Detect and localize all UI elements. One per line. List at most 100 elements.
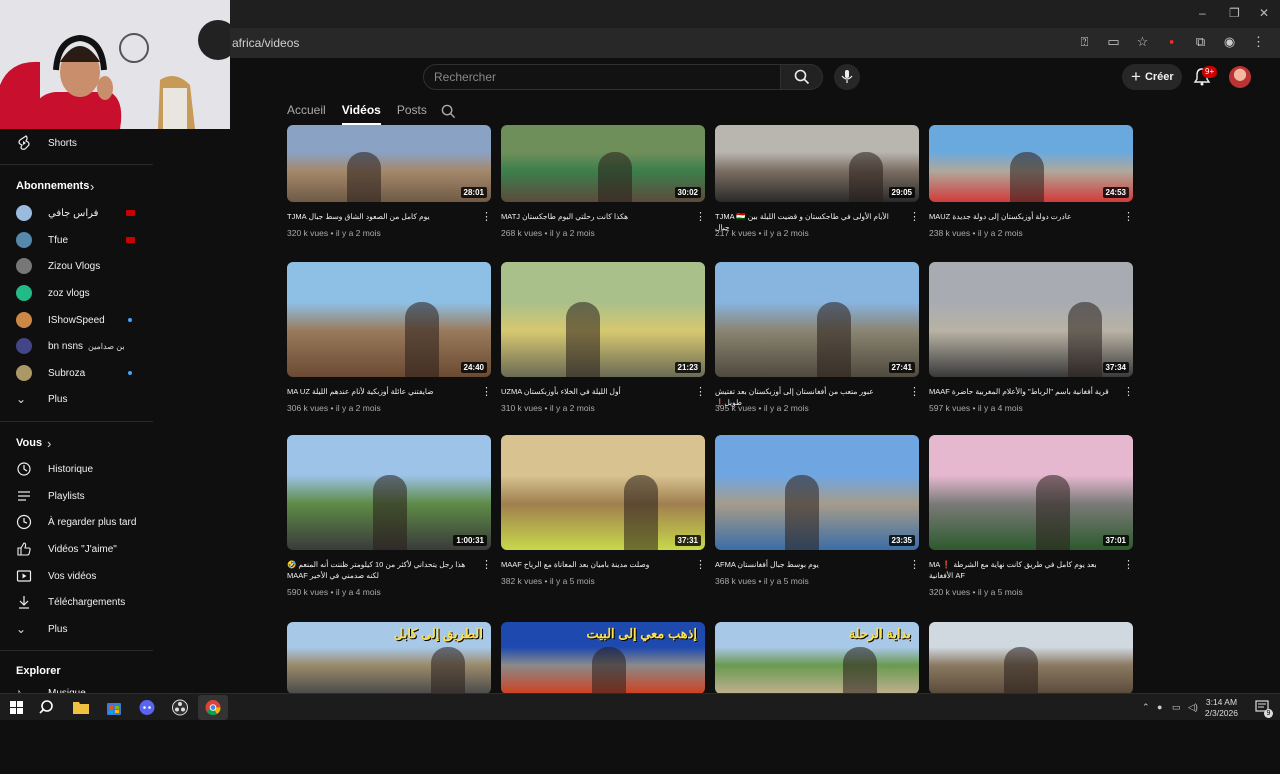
sidebar-item-watch-later[interactable]: À regarder plus tard — [0, 511, 153, 533]
video-thumbnail[interactable]: 37:01 — [929, 435, 1133, 550]
video-card[interactable]: 24:40 MA UZ ضايفتني عائلة أوزبكية لأنام ع… — [287, 262, 492, 414]
system-clock[interactable]: 3:14 AM 2/3/2026 — [1205, 697, 1238, 719]
video-title[interactable]: MA UZ ضايفتني عائلة أوزبكية لأنام عندهم … — [287, 386, 473, 397]
sidebar-subscription-item[interactable]: bn nsns بن صدامين — [0, 335, 153, 357]
video-thumbnail[interactable]: بداية الرحلة — [715, 622, 919, 694]
video-card[interactable]: 29:05 TJMA 🇹🇯 الأيام الأولى في طاجكستان و… — [715, 125, 920, 277]
video-thumbnail[interactable]: 1:00:31 — [287, 435, 491, 550]
store-icon[interactable] — [105, 699, 123, 716]
video-card[interactable]: 24:53 MAUZ عادرت دولة أوزبكستان إلى دولة … — [929, 125, 1134, 277]
video-title[interactable]: MA ❗️ بعد يوم كامل في طريق كانت نهاية مع… — [929, 559, 1115, 581]
video-title[interactable]: MAAF وصلت مدينة باميان بعد المعاناة مع ا… — [501, 559, 687, 570]
notification-center-icon[interactable]: 9 — [1254, 699, 1273, 718]
file-explorer-icon[interactable] — [72, 699, 90, 716]
sidebar-subscription-item[interactable]: Subroza — [0, 362, 153, 384]
you-heading[interactable]: Vous › — [0, 432, 153, 454]
video-menu-icon[interactable]: ⋮ — [909, 559, 920, 571]
video-menu-icon[interactable]: ⋮ — [481, 386, 492, 398]
video-title[interactable]: MAUZ عادرت دولة أوزبكستان إلى دولة جديدة — [929, 211, 1115, 222]
video-title[interactable]: هذا رجل يتحداني لأكثر من 10 كيلومتر ظننت… — [287, 559, 473, 581]
video-thumbnail[interactable] — [929, 622, 1133, 694]
obs-icon[interactable] — [171, 699, 189, 716]
video-title[interactable]: MAAF قرية أفغانية باسم "الرباط" والأعلام… — [929, 386, 1115, 397]
channel-search-icon[interactable] — [441, 104, 456, 119]
sidebar-item-more-subscriptions[interactable]: ⌄ Plus — [0, 388, 153, 410]
close-button[interactable]: ✕ — [1259, 6, 1269, 20]
video-menu-icon[interactable]: ⋮ — [1123, 211, 1134, 223]
video-thumbnail[interactable]: 23:35 — [715, 435, 919, 550]
sidebar-item-your-videos[interactable]: Vos vidéos — [0, 565, 153, 587]
video-thumbnail[interactable]: الطريق إلى كابل — [287, 622, 491, 694]
tab-accueil[interactable]: Accueil — [287, 103, 326, 125]
create-button[interactable]: + Créer — [1122, 64, 1182, 90]
video-menu-icon[interactable]: ⋮ — [481, 559, 492, 571]
video-thumbnail[interactable]: 28:01 — [287, 125, 491, 202]
sidebar-subscription-item[interactable]: IShowSpeed — [0, 309, 153, 331]
translate-icon[interactable]: ⍰ — [1077, 34, 1092, 49]
video-thumbnail[interactable]: 24:40 — [287, 262, 491, 377]
chrome-icon[interactable] — [204, 699, 222, 716]
sidebar-item-playlists[interactable]: Playlists — [0, 485, 153, 507]
profile-icon[interactable]: ◉ — [1222, 34, 1237, 49]
video-menu-icon[interactable]: ⋮ — [1123, 386, 1134, 398]
sidebar-item-liked-videos[interactable]: Vidéos "J'aime" — [0, 538, 153, 560]
subscriptions-heading[interactable]: Abonnements › — [0, 175, 153, 197]
voice-search-button[interactable] — [834, 64, 860, 90]
video-title[interactable]: هكذا كانت رحلتي اليوم طاجكستان MATJ — [501, 211, 687, 222]
video-card[interactable]: 1:00:31 هذا رجل يتحداني لأكثر من 10 كيلوم… — [287, 435, 492, 597]
extension-badge-icon[interactable]: ▪ — [1164, 34, 1179, 49]
sidebar-subscription-item[interactable]: فراس جافي — [0, 202, 153, 224]
video-thumbnail[interactable]: 21:23 — [501, 262, 705, 377]
video-thumbnail[interactable]: إذهب معي إلى البيت — [501, 622, 705, 694]
discord-icon[interactable] — [138, 699, 156, 716]
video-card[interactable]: 37:01 MA ❗️ بعد يوم كامل في طريق كانت نها… — [929, 435, 1134, 597]
video-thumbnail[interactable]: 37:31 — [501, 435, 705, 550]
video-title[interactable]: AFMA يوم بوسط جبال أفغانستان — [715, 559, 901, 570]
cast-icon[interactable]: ▭ — [1106, 34, 1121, 49]
video-card[interactable]: 30:02 هكذا كانت رحلتي اليوم طاجكستان MATJ… — [501, 125, 706, 277]
sidebar-item-downloads[interactable]: Téléchargements — [0, 591, 153, 613]
video-thumbnail[interactable]: 27:41 — [715, 262, 919, 377]
video-title[interactable]: UZMA أول الليلة في الخلاء بأوزبكستان — [501, 386, 687, 397]
sidebar-item-history[interactable]: Historique — [0, 458, 153, 480]
video-menu-icon[interactable]: ⋮ — [909, 211, 920, 223]
video-menu-icon[interactable]: ⋮ — [481, 211, 492, 223]
video-title[interactable]: يوم كامل من الصعود الشاق وسط جبال TJMA — [287, 211, 473, 222]
sidebar-subscription-item[interactable]: Tfue — [0, 229, 153, 251]
tab-posts[interactable]: Posts — [397, 103, 427, 125]
account-avatar[interactable] — [1229, 66, 1251, 88]
video-menu-icon[interactable]: ⋮ — [695, 386, 706, 398]
video-card[interactable]: 21:23 UZMA أول الليلة في الخلاء بأوزبكستا… — [501, 262, 706, 414]
search-input[interactable] — [434, 70, 764, 84]
minimize-button[interactable]: – — [1199, 6, 1206, 20]
sidebar-item-shorts[interactable]: Shorts — [0, 132, 153, 154]
video-card[interactable]: 37:34 MAAF قرية أفغانية باسم "الرباط" وال… — [929, 262, 1134, 414]
video-menu-icon[interactable]: ⋮ — [695, 211, 706, 223]
extensions-puzzle-icon[interactable]: ⧉ — [1193, 34, 1208, 49]
browser-menu-icon[interactable]: ⋮ — [1251, 34, 1266, 49]
video-menu-icon[interactable]: ⋮ — [909, 386, 920, 398]
video-thumbnail[interactable]: 29:05 — [715, 125, 919, 202]
bookmark-star-icon[interactable]: ☆ — [1135, 34, 1150, 49]
taskbar-search-icon[interactable] — [39, 699, 57, 716]
video-thumbnail[interactable]: 37:34 — [929, 262, 1133, 377]
sidebar-item-more-you[interactable]: ⌄ Plus — [0, 618, 153, 640]
video-thumbnail[interactable]: 30:02 — [501, 125, 705, 202]
video-card[interactable]: 37:31 MAAF وصلت مدينة باميان بعد المعاناة… — [501, 435, 706, 587]
microphone-tray-icon[interactable]: ● — [1157, 702, 1162, 712]
url-text[interactable]: africa/videos — [232, 36, 299, 50]
search-box[interactable] — [423, 64, 781, 90]
sidebar-subscription-item[interactable]: Zizou Vlogs — [0, 255, 153, 277]
windows-start-icon[interactable] — [8, 699, 26, 716]
network-icon[interactable]: ▭ — [1172, 702, 1181, 713]
video-menu-icon[interactable]: ⋮ — [695, 559, 706, 571]
video-card[interactable]: 23:35 AFMA يوم بوسط جبال أفغانستان ⋮ 368 k … — [715, 435, 920, 587]
sidebar-subscription-item[interactable]: zoz vlogs — [0, 282, 153, 304]
volume-icon[interactable]: ◁) — [1188, 702, 1198, 713]
video-menu-icon[interactable]: ⋮ — [1123, 559, 1134, 571]
video-thumbnail[interactable]: 24:53 — [929, 125, 1133, 202]
maximize-button[interactable]: ❐ — [1229, 6, 1240, 20]
tray-chevron-up-icon[interactable]: ⌃ — [1142, 702, 1150, 713]
search-button[interactable] — [781, 64, 823, 90]
video-card[interactable]: 28:01 يوم كامل من الصعود الشاق وسط جبال T… — [287, 125, 492, 277]
